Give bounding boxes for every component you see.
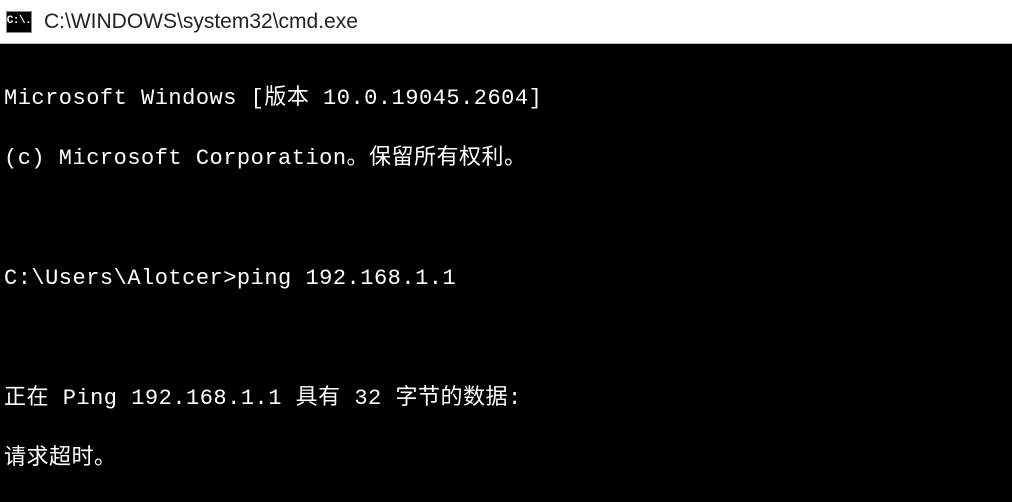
window-titlebar[interactable]: C:\. C:\WINDOWS\system32\cmd.exe [0, 0, 1012, 44]
ping-header: 正在 Ping 192.168.1.1 具有 32 字节的数据: [4, 384, 1008, 414]
cmd-icon: C:\. [6, 11, 32, 33]
window-title: C:\WINDOWS\system32\cmd.exe [44, 10, 358, 34]
output-line: (c) Microsoft Corporation。保留所有权利。 [4, 144, 1008, 174]
output-blank [4, 324, 1008, 354]
prompt-line: C:\Users\Alotcer>ping 192.168.1.1 [4, 264, 1008, 294]
terminal-output[interactable]: Microsoft Windows [版本 10.0.19045.2604] (… [0, 44, 1012, 502]
cmd-icon-text: C:\. [7, 16, 31, 27]
ping-timeout: 请求超时。 [4, 444, 1008, 474]
output-blank [4, 204, 1008, 234]
output-line: Microsoft Windows [版本 10.0.19045.2604] [4, 84, 1008, 114]
